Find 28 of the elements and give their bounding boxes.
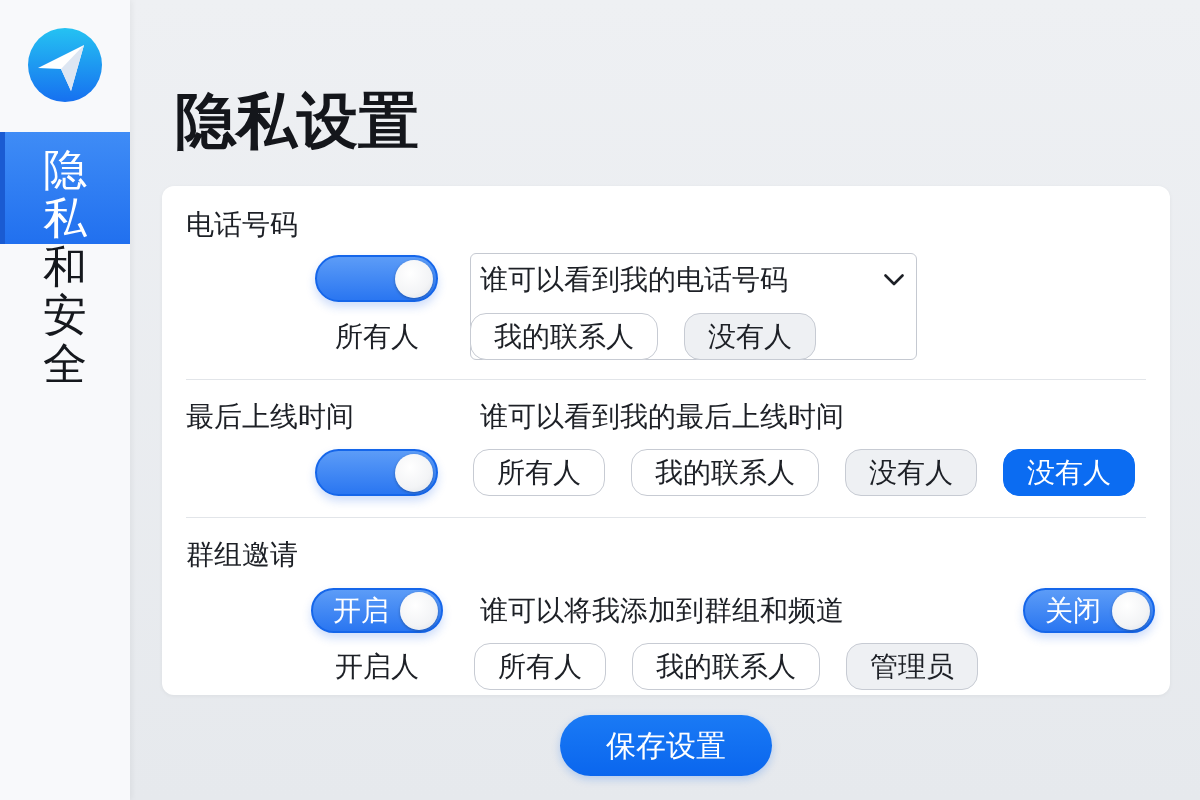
toggle-knob [1112,591,1150,630]
question-label: 谁可以将我添加到群组和频道 [480,593,844,628]
toggle-switch[interactable]: 开启 [310,588,443,633]
toggle-switch[interactable] [315,449,438,496]
option-chip[interactable]: 所有人 [473,449,605,496]
status-label: 开启人 [334,648,419,685]
option-chip[interactable]: 没有人 [684,313,816,360]
arrow-logo-icon [28,28,102,102]
toggle-knob [395,259,433,298]
section-title: 电话号码 [186,208,299,242]
option-chip[interactable]: 我的联系人 [470,313,658,360]
toggle-knob [395,453,433,492]
option-chip[interactable]: 没有人 [1003,449,1135,496]
page-title: 隐私设置 [175,86,420,156]
option-chip[interactable]: 没有人 [845,449,977,496]
question-label: 谁可以看到我的最后上线时间 [480,400,844,434]
option-chip[interactable]: 管理员 [846,643,978,690]
save-button[interactable]: 保存设置 [560,715,772,776]
option-chip[interactable]: 所有人 [474,643,606,690]
section-title: 最后上线时间 [186,400,355,434]
dropdown-select[interactable]: 谁可以看到我的电话号码 [471,254,916,306]
option-chip[interactable]: 我的联系人 [632,643,820,690]
status-label: 所有人 [334,320,419,354]
chevron-down-icon [884,274,904,286]
section-title: 群组邀请 [186,538,299,572]
option-chip[interactable]: 我的联系人 [631,449,819,496]
toggle-switch[interactable] [315,255,438,302]
toggle-knob [399,591,438,630]
